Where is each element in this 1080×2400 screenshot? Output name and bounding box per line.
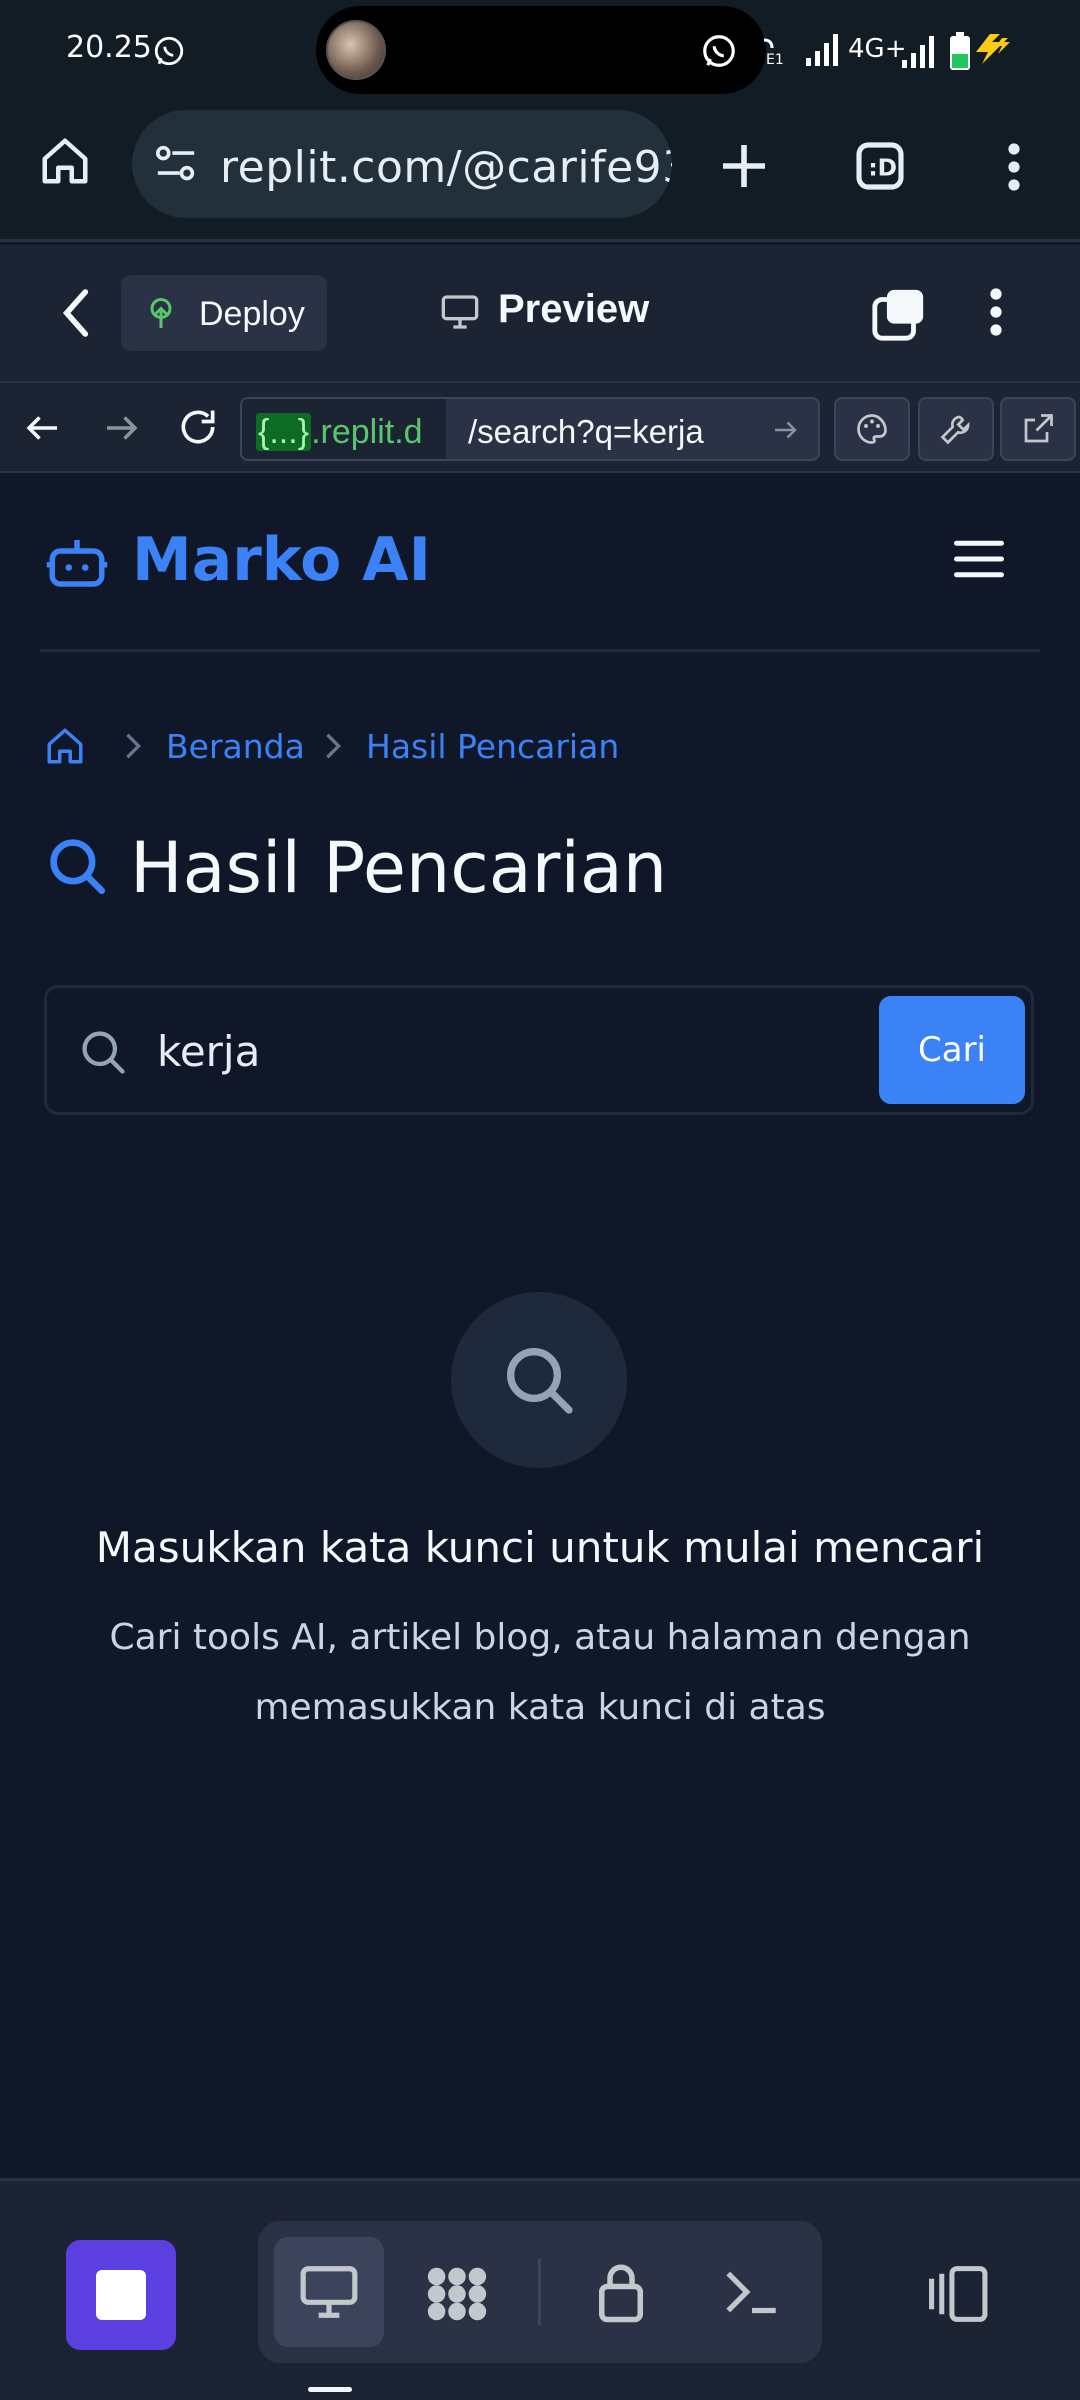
reload-icon[interactable] — [176, 405, 220, 449]
empty-state-title: Masukkan kata kunci untuk mulai mencari — [95, 1523, 985, 1572]
preview-url-bar: {...}.replit.d /search?q=kerja — [0, 381, 1080, 473]
preview-url-path[interactable]: /search?q=kerja — [468, 413, 704, 451]
battery-icon — [950, 32, 970, 70]
svg-text::D: :D — [868, 153, 897, 181]
theme-button[interactable] — [834, 397, 910, 461]
preview-tab-label[interactable]: Preview — [498, 287, 649, 332]
search-icon — [77, 1026, 129, 1078]
preview-url-host: {...}.replit.d — [242, 399, 446, 459]
home-icon[interactable] — [44, 725, 86, 767]
search-icon — [44, 833, 110, 899]
network-type: 4G+ — [848, 34, 907, 64]
back-icon[interactable] — [56, 285, 96, 341]
charging-icon — [974, 34, 1014, 64]
deploy-icon — [143, 295, 179, 331]
preview-url-field[interactable]: {...}.replit.d /search?q=kerja — [240, 397, 820, 461]
gesture-home-indicator — [308, 2387, 352, 2392]
external-link-icon — [1020, 411, 1056, 447]
tab-switcher-icon[interactable]: :D — [852, 138, 908, 194]
more-options-icon[interactable] — [980, 285, 1012, 339]
signal-icon — [806, 34, 840, 66]
breadcrumb-current: Hasil Pencarian — [366, 727, 620, 766]
devtools-button[interactable] — [918, 397, 994, 461]
header-divider — [40, 649, 1040, 652]
stop-icon — [96, 2270, 146, 2320]
address-url[interactable]: replit.com/@carife932 — [220, 142, 672, 193]
split-panels-icon[interactable] — [924, 2263, 990, 2325]
breadcrumb: Beranda Hasil Pencarian — [44, 723, 744, 773]
whatsapp-icon — [700, 32, 738, 70]
chat-head-avatar[interactable] — [326, 20, 386, 80]
browser-toolbar: replit.com/@carife932 :D — [0, 100, 1080, 242]
svg-text:E1: E1 — [766, 52, 784, 68]
search-input[interactable] — [157, 1018, 757, 1084]
monitor-icon — [440, 293, 480, 331]
tab-preview[interactable] — [274, 2237, 384, 2347]
breadcrumb-home-link[interactable]: Beranda — [166, 727, 305, 766]
back-arrow-icon[interactable] — [22, 407, 64, 449]
page-title: Hasil Pencarian — [130, 827, 668, 909]
deploy-label: Deploy — [199, 295, 305, 333]
whatsapp-icon — [152, 34, 186, 68]
tabs-overview-icon[interactable] — [870, 285, 928, 343]
site-settings-icon[interactable] — [154, 144, 198, 184]
workspace-tabs — [258, 2221, 822, 2363]
status-time: 20.25 — [66, 30, 152, 65]
status-bar: 20.25 E1 4G+ — [0, 0, 1080, 100]
replit-bottom-nav — [0, 2178, 1080, 2400]
home-icon[interactable] — [38, 134, 92, 188]
host-suffix: .replit.d — [311, 413, 423, 451]
forward-arrow-icon[interactable] — [100, 407, 142, 449]
replit-header: Deploy Preview — [0, 245, 1080, 381]
robot-icon — [44, 529, 110, 595]
tab-secrets-lock-icon[interactable] — [592, 2259, 650, 2325]
brand-logo[interactable]: Marko AI — [132, 525, 431, 595]
monitor-icon — [298, 2263, 360, 2321]
tab-shell-terminal-icon[interactable] — [720, 2263, 784, 2321]
search-button[interactable]: Cari — [879, 996, 1025, 1104]
search-icon — [499, 1340, 579, 1420]
site-header: Marko AI — [0, 473, 1080, 653]
palette-icon — [854, 411, 890, 447]
tab-separator — [538, 2259, 541, 2325]
camera-notch — [316, 6, 766, 94]
go-arrow-icon[interactable] — [770, 415, 800, 445]
more-menu-icon[interactable] — [996, 140, 1032, 194]
chevron-right-icon — [320, 731, 346, 761]
search-form: Cari — [44, 985, 1034, 1115]
wrench-icon — [938, 411, 974, 447]
app-preview: Marko AI Beranda Hasil Pencarian Hasil P… — [0, 473, 1080, 2178]
tab-agent-icon[interactable] — [422, 2261, 492, 2327]
stop-button[interactable] — [66, 2240, 176, 2350]
volte-icon: E1 — [760, 34, 790, 68]
address-bar[interactable]: replit.com/@carife932 — [132, 110, 672, 218]
signal-icon — [902, 36, 936, 68]
chevron-right-icon — [120, 731, 146, 761]
new-tab-icon[interactable] — [716, 138, 772, 194]
open-new-tab-button[interactable] — [1000, 397, 1076, 461]
hamburger-menu-icon[interactable] — [952, 535, 1006, 583]
deploy-button[interactable]: Deploy — [121, 275, 327, 351]
host-placeholder: {...} — [256, 413, 312, 451]
empty-state-description: Cari tools AI, artikel blog, atau halama… — [109, 1617, 971, 1728]
empty-state-illustration — [451, 1292, 627, 1468]
